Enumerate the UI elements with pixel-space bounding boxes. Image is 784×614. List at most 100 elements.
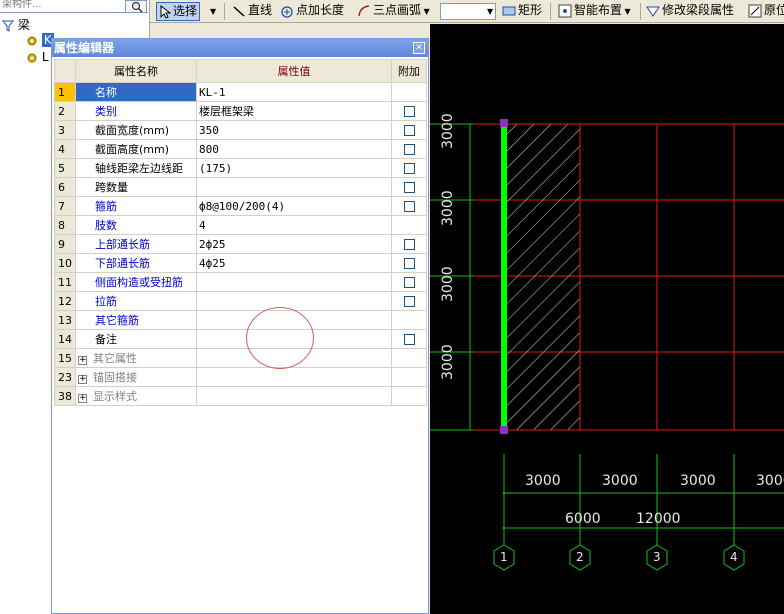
property-value-cell[interactable] (196, 177, 392, 197)
property-value-cell[interactable] (196, 310, 392, 330)
property-value-cell[interactable]: KL-1 (196, 82, 392, 102)
tree-node-l[interactable]: L (26, 50, 49, 64)
row-number: 11 (54, 272, 76, 292)
property-row[interactable]: 1 名称 KL-1 (54, 82, 427, 102)
extra-checkbox[interactable] (403, 163, 415, 174)
property-row[interactable]: 10 下部通长筋 4ф25 (54, 253, 427, 273)
tree-node-beam[interactable]: 梁 (1, 16, 30, 33)
property-value-cell[interactable]: 4ф25 (196, 253, 392, 273)
search-button[interactable] (125, 0, 147, 13)
horizontal-dim-label: 3000 (756, 473, 784, 489)
property-value-cell[interactable]: 2ф25 (196, 234, 392, 254)
property-value-cell[interactable] (196, 291, 392, 311)
row-number: 23 (54, 367, 76, 387)
property-editor-titlebar[interactable]: 属性编辑器 ✕ (52, 39, 428, 57)
property-name-cell[interactable]: 侧面构造或受扭筋 (75, 272, 197, 292)
property-value-cell[interactable]: 800 (196, 139, 392, 159)
property-row[interactable]: 12 拉筋 (54, 291, 427, 311)
property-name-cell[interactable]: 轴线距梁左边线距 (75, 158, 197, 178)
property-row[interactable]: 38 + 显示样式 (54, 386, 427, 406)
select-dropdown[interactable]: ▼ (208, 2, 218, 21)
expand-icon[interactable]: + (78, 375, 87, 384)
property-row[interactable]: 4 截面高度(mm) 800 (54, 139, 427, 159)
property-value-cell[interactable]: ф8@100/200(4) (196, 196, 392, 216)
three-point-arc-button[interactable]: 三点画弧 ▼ (355, 2, 432, 21)
extra-checkbox[interactable] (403, 144, 415, 155)
dropdown-arrow-icon: ▼ (210, 7, 217, 16)
property-value-cell[interactable] (196, 272, 392, 292)
property-name-cell[interactable]: + 显示样式 (75, 386, 197, 406)
modify-span-attr-button[interactable]: 修改梁段属性 (644, 2, 736, 21)
property-value-cell[interactable] (196, 367, 392, 387)
rectangle-button[interactable]: 矩形 (500, 2, 544, 21)
row-number: 12 (54, 291, 76, 311)
combo-dropdown[interactable]: ▼ (485, 2, 495, 21)
property-row[interactable]: 3 截面宽度(mm) 350 (54, 120, 427, 140)
column-header-extra[interactable]: 附加 (391, 59, 427, 83)
property-name: 侧面构造或受扭筋 (95, 276, 183, 289)
tree-node-kl[interactable]: K (26, 33, 54, 47)
property-value-cell[interactable] (196, 348, 392, 368)
property-name-cell[interactable]: 肢数 (75, 215, 197, 235)
property-name-cell[interactable]: 上部通长筋 (75, 234, 197, 254)
property-name-cell[interactable]: 备注 (75, 329, 197, 349)
property-name: 箍筋 (95, 200, 117, 213)
smart-layout-button[interactable]: 智能布置 ▼ (556, 2, 633, 21)
property-name: 拉筋 (95, 295, 117, 308)
property-name: 其它属性 (93, 352, 137, 365)
property-name-cell[interactable]: 截面高度(mm) (75, 139, 197, 159)
close-button[interactable]: ✕ (413, 42, 425, 54)
extra-checkbox[interactable] (403, 277, 415, 288)
drawing-canvas[interactable]: 3000 3000 3000 3000 3000 3000 3000 3000 … (430, 24, 784, 614)
property-row[interactable]: 14 备注 (54, 329, 427, 349)
property-row[interactable]: 23 + 锚固搭接 (54, 367, 427, 387)
extra-checkbox[interactable] (403, 106, 415, 117)
column-header-value[interactable]: 属性值 (196, 59, 392, 83)
select-button[interactable]: 选择 (156, 2, 201, 21)
beam-grip (500, 426, 508, 434)
property-value-cell[interactable]: 楼层框架梁 (196, 101, 392, 121)
property-name-cell[interactable]: 截面宽度(mm) (75, 120, 197, 140)
hatched-column (504, 123, 581, 431)
property-name-cell[interactable]: + 锚固搭接 (75, 367, 197, 387)
property-editor-title: 属性编辑器 (54, 41, 115, 55)
property-name: 下部通长筋 (95, 257, 150, 270)
extra-checkbox[interactable] (403, 258, 415, 269)
property-row[interactable]: 5 轴线距梁左边线距 (175) (54, 158, 427, 178)
property-row[interactable]: 7 箍筋 ф8@100/200(4) (54, 196, 427, 216)
property-row[interactable]: 15 + 其它属性 (54, 348, 427, 368)
property-value-cell[interactable] (196, 329, 392, 349)
tree-search-placeholder: 架构件... (2, 0, 42, 10)
property-name-cell[interactable]: 箍筋 (75, 196, 197, 216)
property-row[interactable]: 9 上部通长筋 2ф25 (54, 234, 427, 254)
property-name-cell[interactable]: 类别 (75, 101, 197, 121)
extra-checkbox[interactable] (403, 239, 415, 250)
extra-checkbox[interactable] (403, 125, 415, 136)
property-name-cell[interactable]: 拉筋 (75, 291, 197, 311)
property-name-cell[interactable]: 跨数量 (75, 177, 197, 197)
property-name-cell[interactable]: + 其它属性 (75, 348, 197, 368)
property-row[interactable]: 6 跨数量 (54, 177, 427, 197)
origin-button[interactable]: 原位 (746, 2, 784, 21)
property-row[interactable]: 8 肢数 4 (54, 215, 427, 235)
property-value-cell[interactable]: 350 (196, 120, 392, 140)
property-value-cell[interactable]: (175) (196, 158, 392, 178)
line-button[interactable]: 直线 (230, 2, 274, 21)
property-value-cell[interactable]: 4 (196, 215, 392, 235)
expand-icon[interactable]: + (78, 394, 87, 403)
line-icon (233, 5, 245, 17)
extra-checkbox[interactable] (403, 296, 415, 307)
property-row[interactable]: 2 类别 楼层框架梁 (54, 101, 427, 121)
property-name-cell[interactable]: 下部通长筋 (75, 253, 197, 273)
extra-checkbox[interactable] (403, 201, 415, 212)
property-name-cell[interactable]: 其它箍筋 (75, 310, 197, 330)
extra-checkbox[interactable] (403, 334, 415, 345)
column-header-name[interactable]: 属性名称 (75, 59, 197, 83)
expand-icon[interactable]: + (78, 356, 87, 365)
property-row[interactable]: 13 其它箍筋 (54, 310, 427, 330)
point-length-button[interactable]: 点加长度 (278, 2, 346, 21)
extra-checkbox[interactable] (403, 182, 415, 193)
property-name-cell[interactable]: 名称 (75, 82, 197, 102)
property-value-cell[interactable] (196, 386, 392, 406)
property-row[interactable]: 11 侧面构造或受扭筋 (54, 272, 427, 292)
